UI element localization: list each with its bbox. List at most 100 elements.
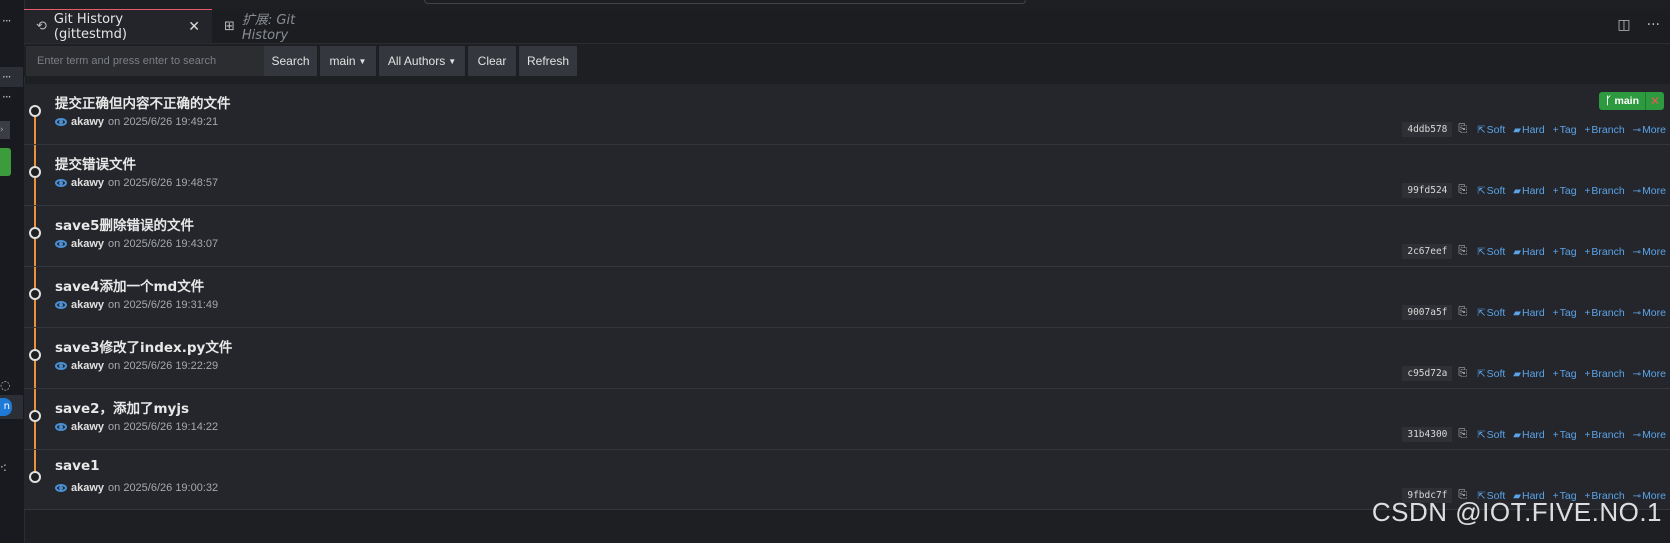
sync-icon[interactable]: ◌ [0,378,11,392]
copy-icon[interactable]: ⎘ [1458,123,1467,136]
soft-reset-link[interactable]: ⇱Soft [1477,368,1505,380]
commit-message[interactable]: save3修改了index.py文件 [55,336,232,356]
commit-meta: akawy on 2025/6/26 19:00:32 [55,482,218,494]
commit-hash[interactable]: c95d72a [1402,366,1453,381]
more-label: More [1642,367,1666,380]
eye-icon[interactable] [55,484,67,492]
hard-reset-link[interactable]: ▰Hard [1513,185,1544,197]
search-button[interactable]: Search [264,46,317,76]
more-actions-icon[interactable]: ··· [1647,17,1660,33]
remove-branch-icon[interactable]: ✕ [1645,92,1664,110]
soft-reset-link[interactable]: ⇱Soft [1477,185,1505,197]
activity-item-selected[interactable]: ··· [0,67,23,87]
tag-link[interactable]: +Tag [1553,124,1577,136]
close-icon[interactable]: ✕ [188,19,200,35]
soft-reset-link[interactable]: ⇱Soft [1477,246,1505,258]
eye-icon[interactable] [55,423,67,431]
commit-author[interactable]: akawy [71,421,104,433]
branch-select-label: main [329,54,356,68]
commit-row[interactable]: 提交错误文件 akawy on 2025/6/26 19:48:57 99fd5… [24,145,1670,206]
commit-hash[interactable]: 31b4300 [1402,427,1453,442]
hard-reset-link[interactable]: ▰Hard [1513,429,1544,441]
copy-icon[interactable]: ⎘ [1458,367,1467,380]
commit-date: on 2025/6/26 19:22:29 [108,360,219,372]
commit-row[interactable]: save4添加一个md文件 akawy on 2025/6/26 19:31:4… [24,267,1670,328]
branch-link[interactable]: +Branch [1585,246,1625,258]
soft-reset-link[interactable]: ⇱Soft [1477,429,1505,441]
more-link[interactable]: ⊸More [1633,429,1666,441]
commit-row[interactable]: save5删除错误的文件 akawy on 2025/6/26 19:43:07… [24,206,1670,267]
tag-link[interactable]: +Tag [1553,185,1577,197]
tag-link[interactable]: +Tag [1553,429,1577,441]
commit-author[interactable]: akawy [71,177,104,189]
copy-icon[interactable]: ⎘ [1458,184,1467,197]
branch-select[interactable]: main ▼ [320,46,376,76]
soft-reset-link[interactable]: ⇱Soft [1477,124,1505,136]
copy-icon[interactable]: ⎘ [1458,245,1467,258]
commit-row[interactable]: 提交正确但内容不正确的文件 akawy on 2025/6/26 19:49:2… [24,84,1670,145]
hard-reset-link[interactable]: ▰Hard [1513,307,1544,319]
more-link[interactable]: ⊸More [1633,124,1666,136]
branch-link[interactable]: +Branch [1585,124,1625,136]
tab-extension-git-history[interactable]: ⊞ 扩展: Git History [212,9,336,43]
commit-author[interactable]: akawy [71,482,104,494]
more-icon[interactable]: ··· [2,90,12,104]
activity-bar: ··· ··· ··· › ◌ n ·: [0,0,25,543]
more-icon[interactable]: ·: [0,460,7,474]
more-link[interactable]: ⊸More [1633,185,1666,197]
commit-author[interactable]: akawy [71,299,104,311]
commit-message[interactable]: 提交错误文件 [55,153,136,173]
branch-link[interactable]: +Branch [1585,307,1625,319]
soft-reset-link[interactable]: ⇱Soft [1477,307,1505,319]
commit-hash[interactable]: 2c67eef [1402,244,1453,259]
commit-row[interactable]: save2，添加了myjs akawy on 2025/6/26 19:14:2… [24,389,1670,450]
commit-message[interactable]: save4添加一个md文件 [55,275,204,295]
eye-icon[interactable] [55,301,67,309]
commit-message[interactable]: 提交正确但内容不正确的文件 [55,92,231,112]
expand-arrow-icon[interactable]: › [0,121,10,139]
more-icon[interactable]: ··· [2,14,12,28]
eye-icon[interactable] [55,179,67,187]
branch-label: Branch [1591,123,1625,136]
hard-reset-link[interactable]: ▰Hard [1513,124,1544,136]
split-editor-icon[interactable]: ◫ [1617,17,1630,33]
commit-author[interactable]: akawy [71,116,104,128]
commit-author[interactable]: akawy [71,360,104,372]
commit-message[interactable]: save5删除错误的文件 [55,214,194,234]
hard-reset-link[interactable]: ▰Hard [1513,246,1544,258]
soft-label: Soft [1486,367,1506,380]
commit-message[interactable]: save1 [55,458,100,474]
clear-button[interactable]: Clear [468,46,516,76]
branch-badge[interactable]: ᚴ main ✕ [1599,92,1664,110]
commit-row[interactable]: save3修改了index.py文件 akawy on 2025/6/26 19… [24,328,1670,389]
more-link[interactable]: ⊸More [1633,246,1666,258]
refresh-button[interactable]: Refresh [519,46,577,76]
branch-link[interactable]: +Branch [1585,185,1625,197]
tag-label: Tag [1559,367,1577,380]
commit-author[interactable]: akawy [71,238,104,250]
commit-node [29,227,41,239]
tag-link[interactable]: +Tag [1553,368,1577,380]
tab-git-history[interactable]: ⟲ Git History (gittestmd) ✕ [24,9,212,43]
tag-link[interactable]: +Tag [1553,307,1577,319]
more-link[interactable]: ⊸More [1633,307,1666,319]
commit-hash[interactable]: 4ddb578 [1402,122,1453,137]
more-link[interactable]: ⊸More [1633,368,1666,380]
eye-icon[interactable] [55,362,67,370]
eye-icon[interactable] [55,118,67,126]
source-control-indicator[interactable] [0,148,11,176]
branch-link[interactable]: +Branch [1585,368,1625,380]
commit-message[interactable]: save2，添加了myjs [55,397,189,417]
authors-select[interactable]: All Authors ▼ [379,46,465,76]
tag-link[interactable]: +Tag [1553,246,1577,258]
eye-icon[interactable] [55,240,67,248]
copy-icon[interactable]: ⎘ [1458,306,1467,319]
commit-hash[interactable]: 9007a5f [1402,305,1453,320]
more-label: More [1642,428,1666,441]
search-input[interactable] [26,46,274,76]
hard-reset-link[interactable]: ▰Hard [1513,368,1544,380]
plus-icon: + [1584,124,1591,136]
branch-link[interactable]: +Branch [1585,429,1625,441]
copy-icon[interactable]: ⎘ [1458,428,1467,441]
commit-hash[interactable]: 99fd524 [1402,183,1453,198]
